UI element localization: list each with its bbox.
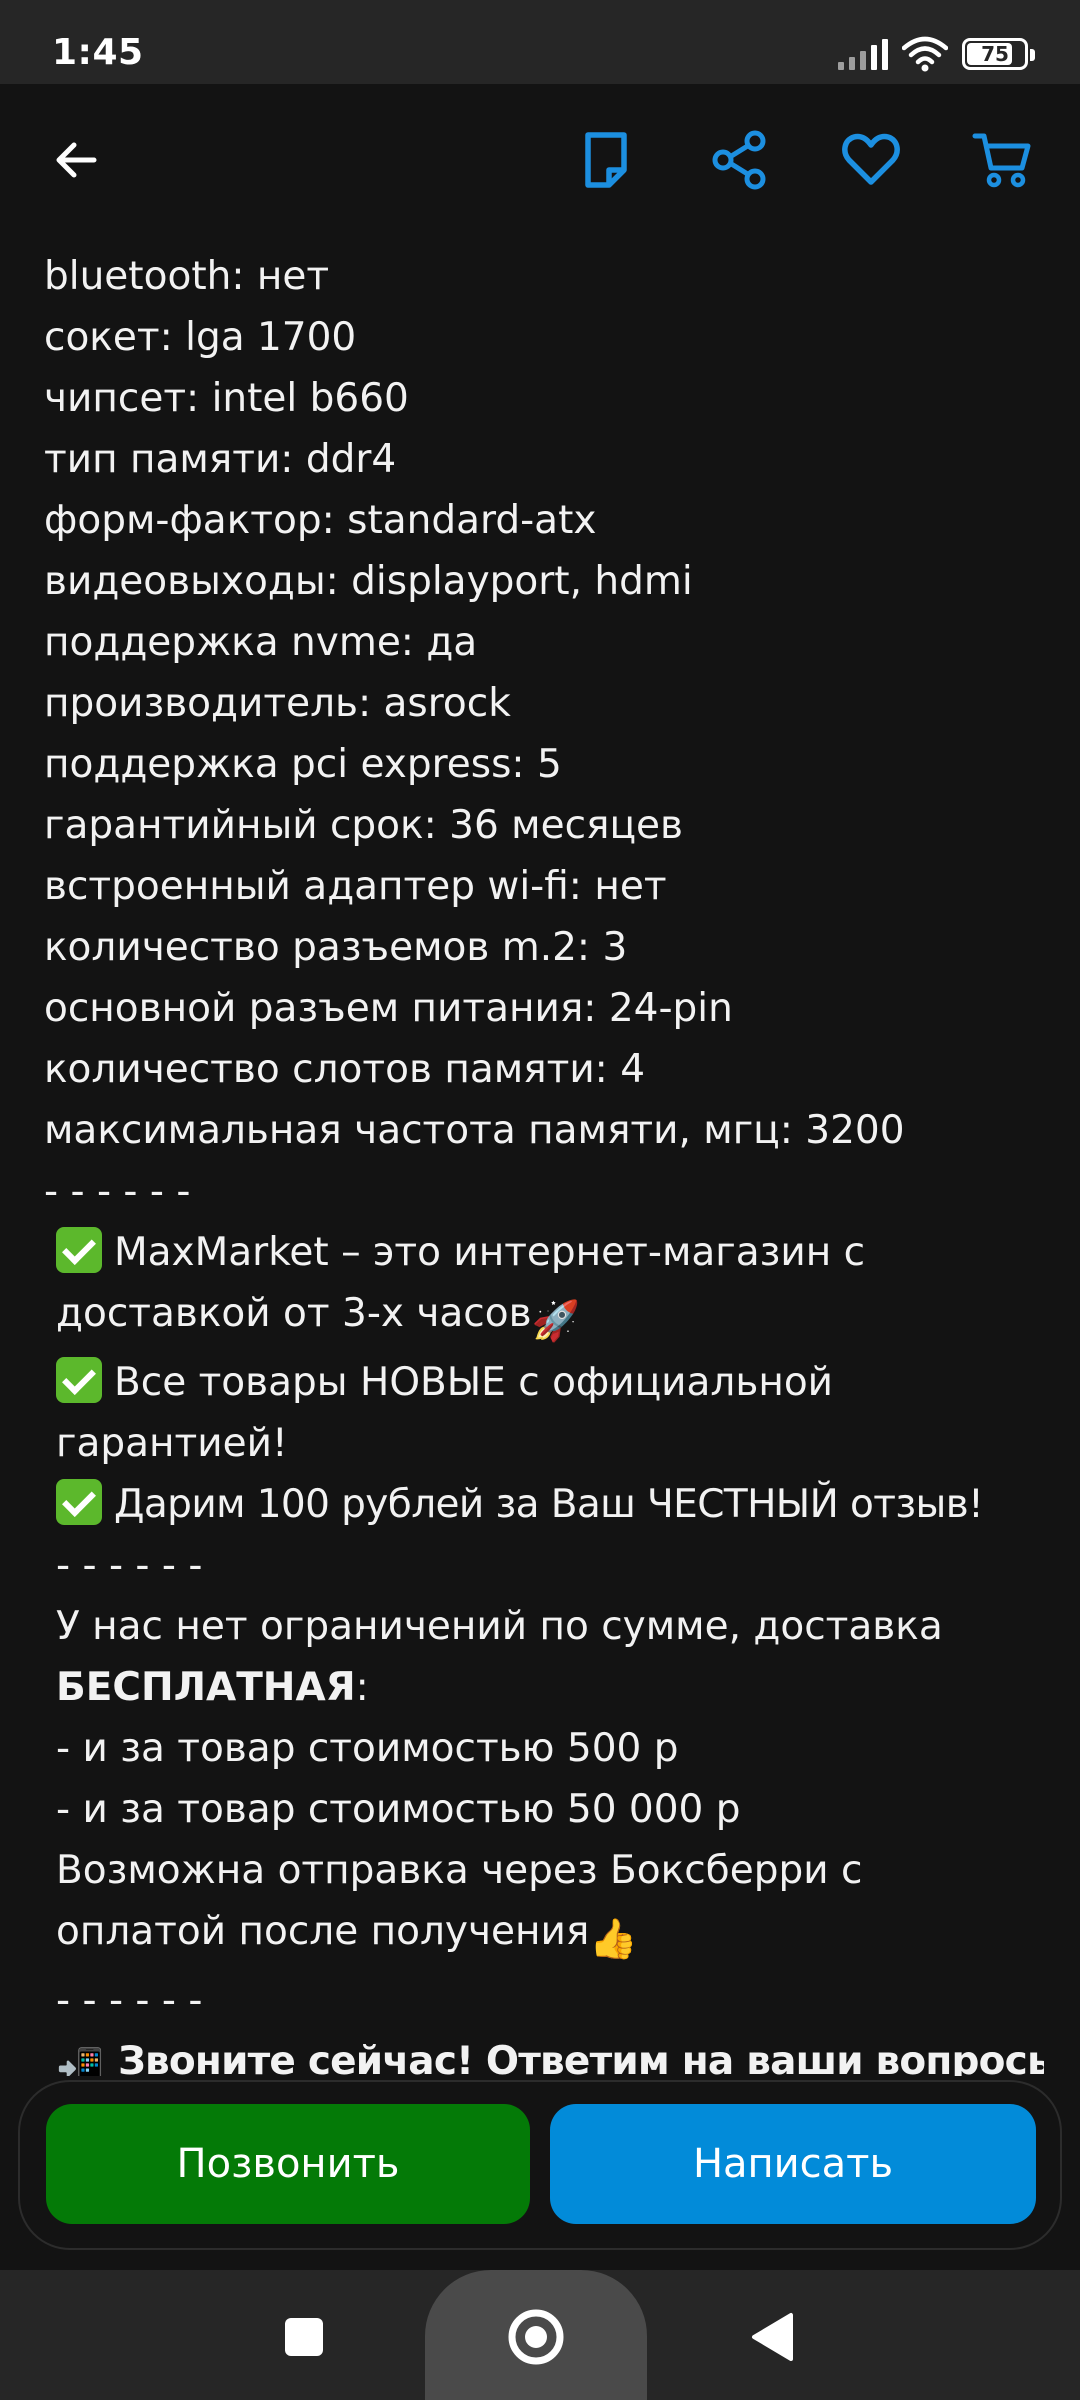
delivery-item: - и за товар стоимостью 50 000 р [56, 1787, 741, 1832]
spec-line: гарантийный срок: 36 месяцев [44, 803, 684, 848]
spec-line: форм-фактор: standard-atx [44, 498, 597, 543]
home-icon [508, 2309, 564, 2365]
delivery-free-text: БЕСПЛАТНАЯ [56, 1665, 356, 1710]
promo-line: Все товары НОВЫЕ с официальной гарантией… [44, 1352, 1044, 1474]
cart-icon [972, 133, 1031, 188]
back-arrow-icon [56, 142, 97, 178]
status-time: 1:45 [52, 32, 144, 73]
promo-text: MaxMarket – это интернет-магазин с доста… [56, 1230, 866, 1336]
note-button[interactable] [570, 124, 642, 196]
write-button[interactable]: Написать [550, 2104, 1036, 2224]
promo-line: Дарим 100 рублей за Ваш ЧЕСТНЫЙ отзыв! [44, 1474, 1044, 1535]
call-now-text: Звоните сейчас! Ответим на ваши вопросы! [118, 2039, 1044, 2076]
delivery-colon: : [355, 1665, 369, 1710]
call-now-line: 📲 Звоните сейчас! Ответим на ваши вопрос… [44, 2031, 1044, 2076]
system-nav-bar [0, 2270, 1080, 2400]
spec-line: основной разъем питания: 24-pin [44, 986, 733, 1031]
spec-line: bluetooth: нет [44, 254, 330, 299]
signal-icon [838, 38, 888, 70]
spec-line: поддержка nvme: да [44, 620, 478, 665]
note-icon [585, 132, 627, 188]
spec-line: встроенный адаптер wi-fi: нет [44, 864, 667, 909]
delivery-item: - и за товар стоимостью 500 р [56, 1726, 679, 1771]
heart-icon [842, 133, 900, 185]
rocket-icon: 🚀 [531, 1299, 581, 1344]
share-icon [712, 130, 766, 190]
product-description: bluetooth: нет сокет: lga 1700 чипсет: i… [44, 246, 1044, 2076]
promo-line: MaxMarket – это интернет-магазин с доста… [44, 1222, 1044, 1352]
status-icons: 75 [838, 34, 1035, 74]
status-bar: 1:45 75 [0, 0, 1080, 84]
divider-text: - - - - - - [56, 1978, 203, 2023]
recents-icon [285, 2318, 323, 2356]
spec-line: чипсет: intel b660 [44, 376, 409, 421]
check-mark-icon [56, 1479, 102, 1525]
specs-list: bluetooth: нет сокет: lga 1700 чипсет: i… [44, 246, 1044, 1161]
phone-arrow-icon: 📲 [56, 2047, 105, 2076]
promo-text: Дарим 100 рублей за Ваш ЧЕСТНЫЙ отзыв! [114, 1482, 984, 1527]
spec-line: количество слотов памяти: 4 [44, 1047, 646, 1092]
spec-line: поддержка pci express: 5 [44, 742, 562, 787]
check-mark-icon [56, 1357, 102, 1403]
battery-icon: 75 [962, 38, 1035, 70]
favorite-button[interactable] [835, 124, 907, 196]
share-button[interactable] [703, 124, 775, 196]
app-bar [0, 84, 1080, 236]
call-button-label: Позвонить [176, 2141, 400, 2187]
contact-actions-card: Позвонить Написать [18, 2080, 1062, 2250]
spec-line: максимальная частота памяти, мгц: 3200 [44, 1108, 905, 1153]
thumbs-up-icon: 👍 [589, 1917, 638, 1962]
recents-button[interactable] [262, 2308, 346, 2366]
write-button-label: Написать [692, 2141, 894, 2187]
boxberry-paragraph: Возможна отправка через Боксберри с опла… [44, 1840, 1044, 1970]
divider-text: - - - - - - [56, 1543, 203, 1588]
call-button[interactable]: Позвонить [46, 2104, 530, 2224]
delivery-text: У нас нет ограничений по сумме, доставка [56, 1604, 943, 1649]
delivery-paragraph: У нас нет ограничений по сумме, доставка… [44, 1596, 1044, 1718]
check-mark-icon [56, 1227, 102, 1273]
back-nav-button[interactable] [732, 2306, 812, 2368]
battery-level: 75 [981, 42, 1009, 66]
spec-line: сокет: lga 1700 [44, 315, 357, 360]
back-button[interactable] [40, 124, 112, 196]
divider-text: - - - - - - [44, 1169, 191, 1214]
home-button[interactable] [495, 2302, 577, 2372]
cart-button[interactable] [966, 124, 1038, 196]
boxberry-text: Возможна отправка через Боксберри с опла… [56, 1848, 863, 1954]
promo-text: Все товары НОВЫЕ с официальной гарантией… [56, 1360, 834, 1466]
spec-line: производитель: asrock [44, 681, 511, 726]
spec-line: количество разъемов m.2: 3 [44, 925, 628, 970]
back-icon [752, 2313, 793, 2361]
wifi-icon [902, 36, 948, 72]
spec-line: тип памяти: ddr4 [44, 437, 397, 482]
spec-line: видеовыходы: displayport, hdmi [44, 559, 693, 604]
